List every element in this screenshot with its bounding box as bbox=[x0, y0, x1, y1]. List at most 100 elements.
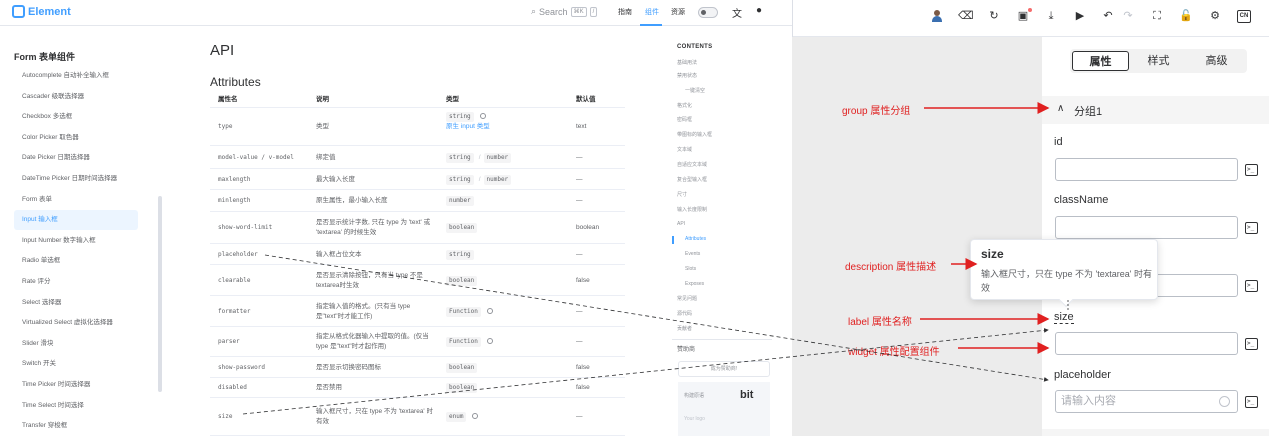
sidebar-item[interactable]: Autocomplete 自动补全输入框 bbox=[14, 66, 138, 86]
attr-name: show-word-limit bbox=[218, 224, 273, 231]
toc-item[interactable]: 文本域 bbox=[677, 146, 692, 153]
logo-icon bbox=[12, 5, 25, 18]
sidebar-item[interactable]: Input 输入框 bbox=[14, 210, 138, 231]
toc-item[interactable]: Attributes bbox=[685, 236, 706, 242]
toc-item[interactable]: 贡献者 bbox=[677, 325, 692, 332]
toc-item[interactable]: Exposes bbox=[685, 281, 704, 287]
fullscreen-icon[interactable]: ⛶ bbox=[1150, 9, 1164, 23]
info-icon[interactable] bbox=[472, 413, 479, 420]
sidebar-item[interactable]: Color Picker 取色器 bbox=[14, 128, 138, 148]
language-button[interactable]: CN bbox=[1237, 10, 1251, 23]
toc-active-indicator bbox=[672, 236, 674, 244]
toc-sponsor-label: 赞助商 bbox=[677, 347, 696, 353]
nav-component[interactable]: 组件 bbox=[645, 7, 659, 17]
play-icon[interactable]: ▶ bbox=[1073, 9, 1087, 23]
placeholder-input[interactable]: 请输入内容 bbox=[1055, 390, 1238, 413]
attr-type: Function bbox=[446, 306, 493, 317]
attr-name: size bbox=[218, 413, 233, 420]
sidebar-item[interactable]: Slider 滑块 bbox=[14, 334, 138, 354]
col-name: 属性名 bbox=[218, 96, 238, 103]
property-group-header[interactable]: ∧ 分组1 bbox=[1042, 96, 1269, 124]
attr-type: string / number bbox=[446, 152, 513, 163]
redo-icon[interactable]: ↷ bbox=[1121, 9, 1135, 23]
table-header: 属性名 说明 类型 默认值 bbox=[210, 92, 625, 108]
toc-item[interactable]: 输入长度限制 bbox=[677, 206, 707, 213]
tab-properties[interactable]: 属性 bbox=[1072, 51, 1129, 71]
translate-icon[interactable]: 文 bbox=[732, 5, 742, 20]
attr-type: string bbox=[446, 249, 476, 260]
sidebar-item[interactable]: Checkbox 多选框 bbox=[14, 107, 138, 127]
field-label-size[interactable]: size bbox=[1054, 311, 1074, 324]
theme-toggle[interactable] bbox=[698, 7, 718, 18]
toc-item[interactable]: 常见问题 bbox=[677, 295, 697, 302]
eraser-icon[interactable]: ⌫ bbox=[958, 9, 974, 23]
type-tag: boolean bbox=[446, 362, 478, 373]
settings-icon[interactable]: ⚙ bbox=[1208, 9, 1222, 23]
attr-default: boolean bbox=[576, 224, 600, 231]
globe-icon[interactable] bbox=[1219, 396, 1230, 407]
sidebar-item[interactable]: Rate 评分 bbox=[14, 272, 138, 292]
info-icon[interactable] bbox=[479, 113, 486, 120]
sidebar-item[interactable]: Transfer 穿梭框 bbox=[14, 416, 138, 436]
toc-item[interactable]: 格式化 bbox=[677, 102, 692, 109]
toc-item[interactable]: 基础用法 bbox=[677, 59, 697, 66]
sidebar-item[interactable]: Input Number 数字输入框 bbox=[14, 231, 138, 251]
sidebar-item[interactable]: Form 表单 bbox=[14, 190, 138, 210]
sponsor-card[interactable]: 构建原语 bit Your logo bbox=[678, 382, 770, 436]
sidebar-item[interactable]: Cascader 级联选择器 bbox=[14, 87, 138, 107]
id-input[interactable] bbox=[1055, 158, 1238, 181]
undo-icon[interactable]: ↶ bbox=[1101, 9, 1115, 23]
download-icon[interactable]: ⤓ bbox=[1044, 9, 1058, 23]
github-icon[interactable]: ● bbox=[756, 5, 762, 16]
sidebar-item[interactable]: Time Select 时间选择 bbox=[14, 396, 138, 416]
user-avatar[interactable] bbox=[932, 10, 942, 22]
toc-item[interactable]: Slots bbox=[685, 266, 696, 272]
chevron-up-icon: ∧ bbox=[1057, 103, 1065, 114]
sidebar-item[interactable]: Switch 开关 bbox=[14, 354, 138, 374]
search-button[interactable]: ⌕ Search ⌘K / bbox=[531, 6, 598, 17]
sidebar-scrollbar[interactable] bbox=[158, 196, 162, 392]
toc-item[interactable]: 复合型输入框 bbox=[677, 176, 707, 183]
code-editor-icon[interactable]: >_ bbox=[1245, 280, 1258, 292]
refresh-icon[interactable]: ↻ bbox=[987, 9, 1001, 23]
info-icon[interactable] bbox=[486, 338, 493, 345]
toc-item[interactable]: 带图标的输入框 bbox=[677, 131, 712, 138]
toc-item[interactable]: 密码框 bbox=[677, 116, 692, 123]
toc-item[interactable]: Events bbox=[685, 251, 700, 257]
code-editor-icon[interactable]: >_ bbox=[1245, 396, 1258, 408]
code-editor-icon[interactable]: >_ bbox=[1245, 222, 1258, 234]
sidebar-item[interactable]: Date Picker 日期选择器 bbox=[14, 148, 138, 168]
brand-logo[interactable]: Element bbox=[12, 5, 71, 18]
annotation-label: label 属性名称 bbox=[848, 317, 912, 328]
tab-style[interactable]: 样式 bbox=[1130, 51, 1187, 71]
toc-item[interactable]: 一键清空 bbox=[685, 87, 705, 94]
sponsor-text: 构建原语 bbox=[684, 393, 705, 399]
sidebar-item[interactable]: Select 选择器 bbox=[14, 293, 138, 313]
classname-input[interactable] bbox=[1055, 216, 1238, 239]
nav-resource[interactable]: 资源 bbox=[671, 7, 685, 17]
attr-desc: 输入框占位文本 bbox=[316, 250, 362, 258]
become-sponsor-link[interactable]: 成为赞助商! bbox=[678, 361, 770, 377]
attr-type: Function bbox=[446, 337, 493, 347]
sidebar-item[interactable]: Virtualized Select 虚拟化选择器 bbox=[14, 313, 138, 333]
toc-item[interactable]: 禁用状态 bbox=[677, 72, 697, 79]
type-doc-link[interactable]: 原生 input 类型 bbox=[446, 122, 490, 132]
toc-item[interactable]: 自适应文本域 bbox=[677, 161, 707, 168]
sidebar-item[interactable]: Time Picker 时间选择器 bbox=[14, 375, 138, 395]
code-editor-icon[interactable]: >_ bbox=[1245, 338, 1258, 350]
nav-guide[interactable]: 指南 bbox=[618, 7, 632, 17]
toc-item[interactable]: 尺寸 bbox=[677, 191, 687, 198]
info-icon[interactable] bbox=[486, 307, 493, 314]
lock-icon[interactable]: 🔓 bbox=[1179, 9, 1193, 23]
attr-type: boolean bbox=[446, 275, 479, 286]
size-input[interactable] bbox=[1055, 332, 1238, 355]
code-editor-icon[interactable]: >_ bbox=[1245, 164, 1258, 176]
toc-item[interactable]: 源代码 bbox=[677, 310, 692, 317]
toc-item[interactable]: API bbox=[677, 221, 685, 227]
sidebar-item[interactable]: DateTime Picker 日期时间选择器 bbox=[14, 169, 138, 189]
tab-advanced[interactable]: 高级 bbox=[1188, 51, 1245, 71]
table-row: show-password 是否显示切换密码图标 boolean false bbox=[210, 357, 625, 378]
search-icon: ⌕ bbox=[531, 6, 537, 16]
table-row: type 类型 string 原生 input 类型 text bbox=[210, 108, 625, 146]
sidebar-item[interactable]: Radio 单选框 bbox=[14, 251, 138, 271]
